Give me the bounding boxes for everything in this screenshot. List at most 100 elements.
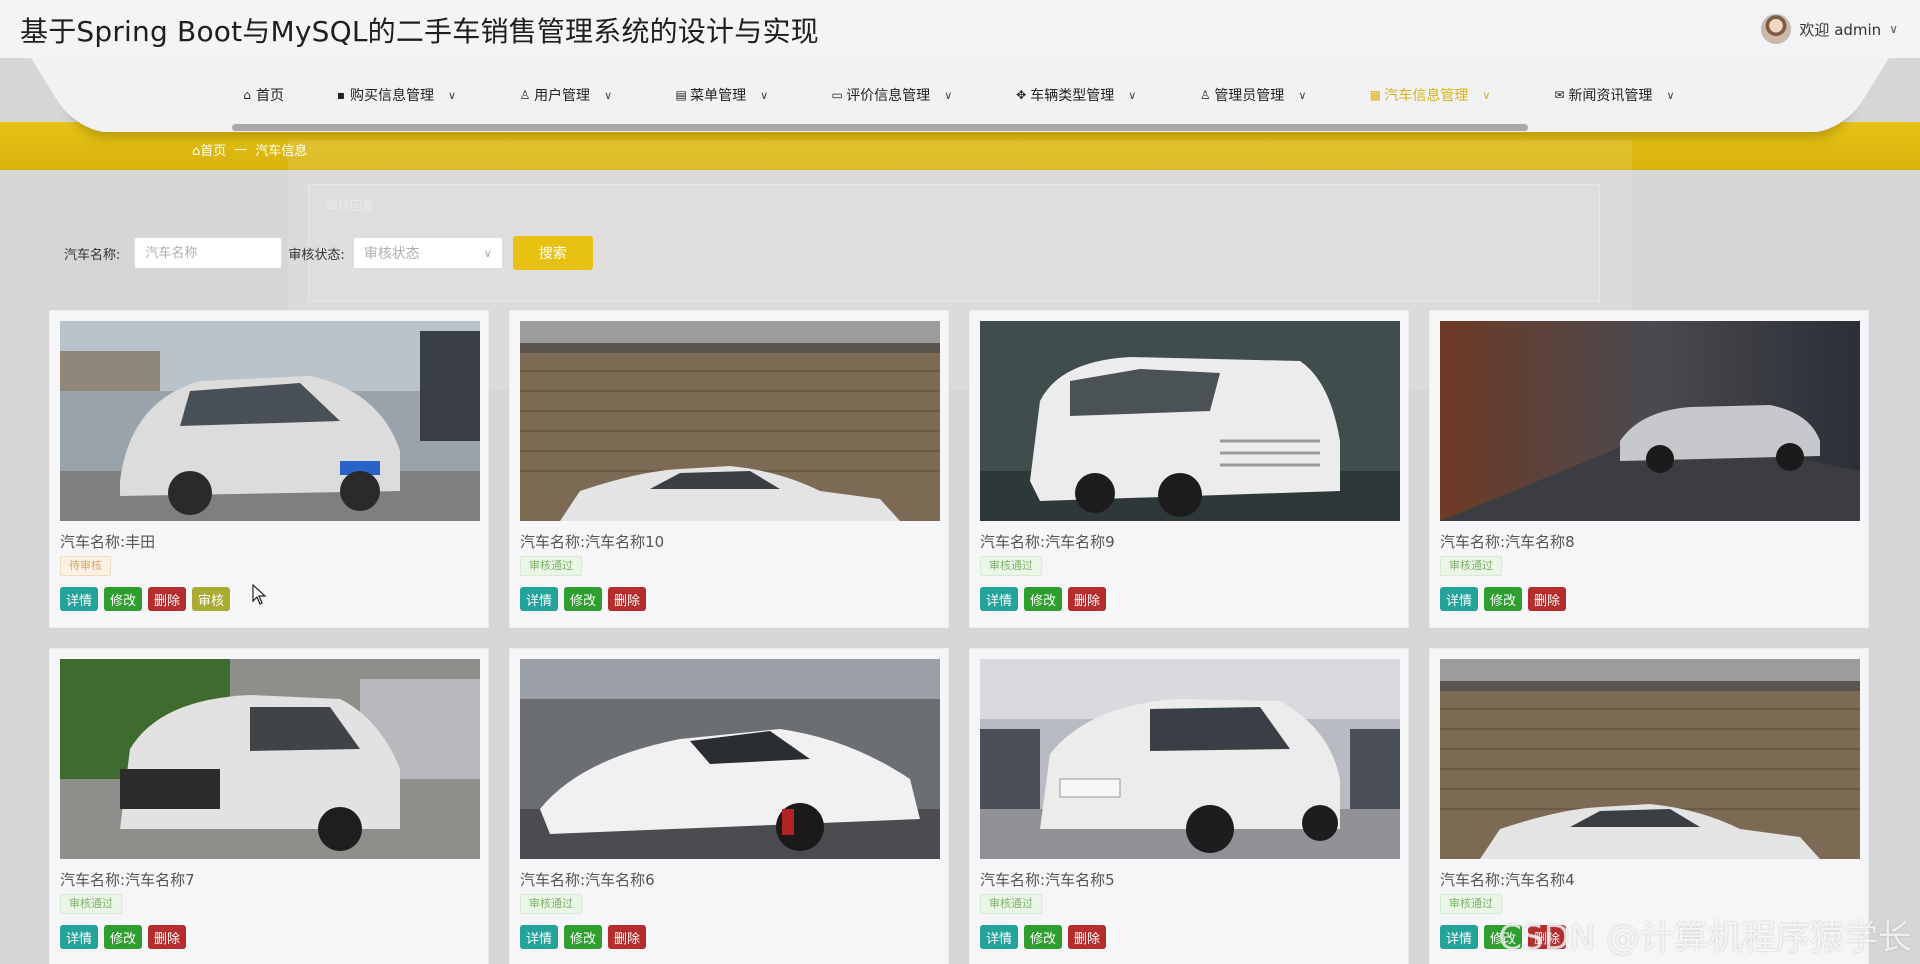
search-bar: 汽车名称: 审核状态: 审核状态 ∨ 搜索 [64,236,593,270]
car-name-prefix: 汽车名称: [60,533,126,551]
avatar[interactable] [1761,14,1792,44]
car-photo[interactable] [980,659,1400,859]
car-name: 汽车名称:汽车名称9 [980,531,1115,552]
breadcrumb-home-label: 首页 [200,144,227,159]
nav-item-purchase[interactable]: ▪ 购买信息管理 ∨ [334,85,456,105]
car-photo[interactable] [60,659,480,859]
nav-item-label: 菜单管理 [690,88,747,104]
car-card[interactable]: 汽车名称:汽车名称7 审核通过 详情 修改 删除 [49,648,489,964]
card-actions: 详情 修改 删除 [60,925,187,949]
detail-button[interactable]: 详情 [60,587,99,611]
car-photo[interactable] [520,321,940,521]
car-name-prefix: 汽车名称: [60,871,126,889]
menu-icon: ▤ [675,88,687,102]
car-name: 汽车名称:汽车名称6 [520,869,655,890]
detail-button[interactable]: 详情 [980,587,1019,611]
breadcrumb-home[interactable]: ⌂首页 [192,140,226,159]
detail-button[interactable]: 详情 [980,925,1019,949]
car-photo[interactable] [520,659,940,859]
edit-button[interactable]: 修改 [1484,587,1523,611]
status-badge: 待审核 [60,556,111,576]
detail-button[interactable]: 详情 [1440,925,1479,949]
nav-item-users[interactable]: ♙ 用户管理 ∨ [518,85,612,105]
car-name-prefix: 汽车名称: [520,871,586,889]
status-badge: 审核通过 [1440,894,1502,914]
car-name-prefix: 汽车名称: [520,533,586,551]
car-name-value: 汽车名称8 [1505,533,1575,551]
status-select[interactable]: 审核状态 ∨ [352,237,503,269]
car-card[interactable]: 汽车名称:汽车名称10 审核通过 详情 修改 删除 [509,310,949,628]
car-card[interactable]: 汽车名称:丰田 待审核 详情 修改 删除 审核 [49,310,489,628]
breadcrumb-separator: — [234,142,248,157]
status-badge: 审核通过 [1440,556,1502,576]
status-badge: 审核通过 [520,894,582,914]
edit-button[interactable]: 修改 [104,925,143,949]
nav-item-reviews[interactable]: ▭ 评价信息管理 ∨ [830,85,953,105]
car-card[interactable]: 汽车名称:汽车名称5 审核通过 详情 修改 删除 [969,648,1409,964]
nav-item-label: 首页 [256,88,284,104]
nav-item-label: 购买信息管理 [350,88,434,104]
chevron-down-icon: ∨ [1666,88,1675,102]
nav-scrollbar[interactable] [232,124,1528,131]
edit-button[interactable]: 修改 [104,587,143,611]
nav-item-home[interactable]: ⌂ 首页 [240,85,284,105]
delete-button[interactable]: 删除 [148,587,187,611]
nav-item-menus[interactable]: ▤ 菜单管理 ∨ [674,85,768,105]
chevron-down-icon: ∨ [1128,88,1137,102]
search-button[interactable]: 搜索 [512,236,593,270]
card-actions: 详情 修改 删除 [980,587,1107,611]
detail-button[interactable]: 详情 [1440,587,1479,611]
main-nav: ⌂ 首页 ▪ 购买信息管理 ∨ ♙ 用户管理 ∨ ▤ 菜单管理 ∨ ▭ 评价信息… [240,84,1674,106]
car-name: 汽车名称:丰田 [60,531,155,552]
car-name: 汽车名称:汽车名称10 [520,531,664,552]
detail-button[interactable]: 详情 [520,925,559,949]
car-photo[interactable] [1440,321,1860,521]
car-card[interactable]: 汽车名称:汽车名称6 审核通过 详情 修改 删除 [509,648,949,964]
car-name-input[interactable] [134,237,283,269]
car-name-value: 汽车名称5 [1045,871,1115,889]
car-name-label: 汽车名称: [64,247,121,263]
chevron-down-icon: ∨ [604,88,613,102]
car-card[interactable]: 汽车名称:汽车名称9 审核通过 详情 修改 删除 [969,310,1409,628]
chevron-down-icon: ∨ [448,88,457,102]
nav-item-news[interactable]: ✉ 新闻资讯管理 ∨ [1552,85,1674,105]
detail-button[interactable]: 详情 [520,587,559,611]
app-title: 基于Spring Boot与MySQL的二手车销售管理系统的设计与实现 [20,15,819,48]
detail-button[interactable]: 详情 [60,925,99,949]
status-badge: 审核通过 [520,556,582,576]
car-photo[interactable] [980,321,1400,521]
audit-button[interactable]: 审核 [192,587,231,611]
car-name-value: 汽车名称6 [585,871,655,889]
chevron-down-icon: ∨ [760,88,769,102]
car-card[interactable]: 汽车名称:汽车名称8 审核通过 详情 修改 删除 [1429,310,1869,628]
car-name-value: 汽车名称7 [125,871,195,889]
welcome-text[interactable]: 欢迎 admin [1799,19,1881,40]
car-name-value: 汽车名称10 [585,533,665,551]
nav-item-vehicle-types[interactable]: ✥ 车辆类型管理 ∨ [1014,85,1136,105]
delete-button[interactable]: 删除 [608,587,647,611]
mouse-cursor-icon [252,584,267,605]
delete-button[interactable]: 删除 [1528,587,1567,611]
car-photo[interactable] [1440,659,1860,859]
edit-button[interactable]: 修改 [564,587,603,611]
nav-item-admins[interactable]: ♙ 管理员管理 ∨ [1198,85,1306,105]
chevron-down-icon: ∨ [1298,88,1307,102]
car-name-value: 丰田 [125,533,156,551]
card-actions: 详情 修改 删除 审核 [60,587,231,611]
bag-icon: ▪ [336,88,346,102]
delete-button[interactable]: 删除 [608,925,647,949]
background-panel-text: 审核回复 [326,199,375,213]
car-photo[interactable] [60,321,480,521]
nav-item-car-info[interactable]: ▦ 汽车信息管理 ∨ [1368,85,1491,105]
chevron-down-icon[interactable]: ∨ [1889,22,1898,36]
car-name: 汽车名称:汽车名称7 [60,869,195,890]
user-menu[interactable]: 欢迎 admin ∨ [1761,14,1898,44]
top-header: 基于Spring Boot与MySQL的二手车销售管理系统的设计与实现 欢迎 a… [0,0,1920,58]
edit-button[interactable]: 修改 [564,925,603,949]
edit-button[interactable]: 修改 [1024,925,1063,949]
mail-icon: ✉ [1554,88,1565,102]
edit-button[interactable]: 修改 [1024,587,1063,611]
delete-button[interactable]: 删除 [148,925,187,949]
delete-button[interactable]: 删除 [1068,587,1107,611]
delete-button[interactable]: 删除 [1068,925,1107,949]
